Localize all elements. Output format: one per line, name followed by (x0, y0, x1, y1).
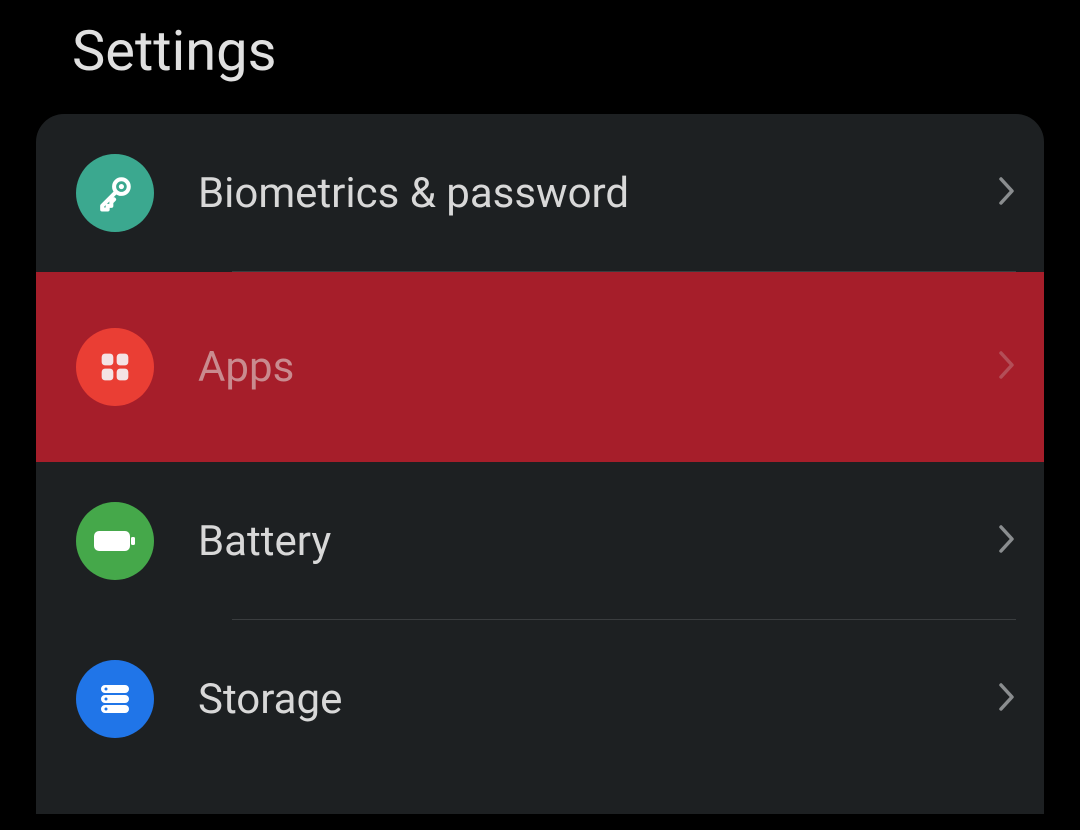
storage-icon (76, 660, 154, 738)
settings-list: Biometrics & password Apps (36, 114, 1044, 814)
settings-item-storage[interactable]: Storage (36, 620, 1044, 778)
chevron-right-icon (998, 523, 1016, 559)
settings-item-label: Apps (198, 343, 998, 392)
page-title: Settings (0, 0, 1080, 114)
settings-item-label: Biometrics & password (198, 169, 998, 218)
chevron-right-icon (998, 681, 1016, 717)
settings-item-battery[interactable]: Battery (36, 462, 1044, 620)
key-icon (76, 154, 154, 232)
settings-item-apps[interactable]: Apps (36, 272, 1044, 462)
settings-item-label: Storage (198, 675, 998, 724)
chevron-right-icon (998, 349, 1016, 385)
settings-item-label: Battery (198, 517, 998, 566)
battery-icon (76, 502, 154, 580)
chevron-right-icon (998, 175, 1016, 211)
apps-icon (76, 328, 154, 406)
settings-item-biometrics[interactable]: Biometrics & password (36, 114, 1044, 272)
